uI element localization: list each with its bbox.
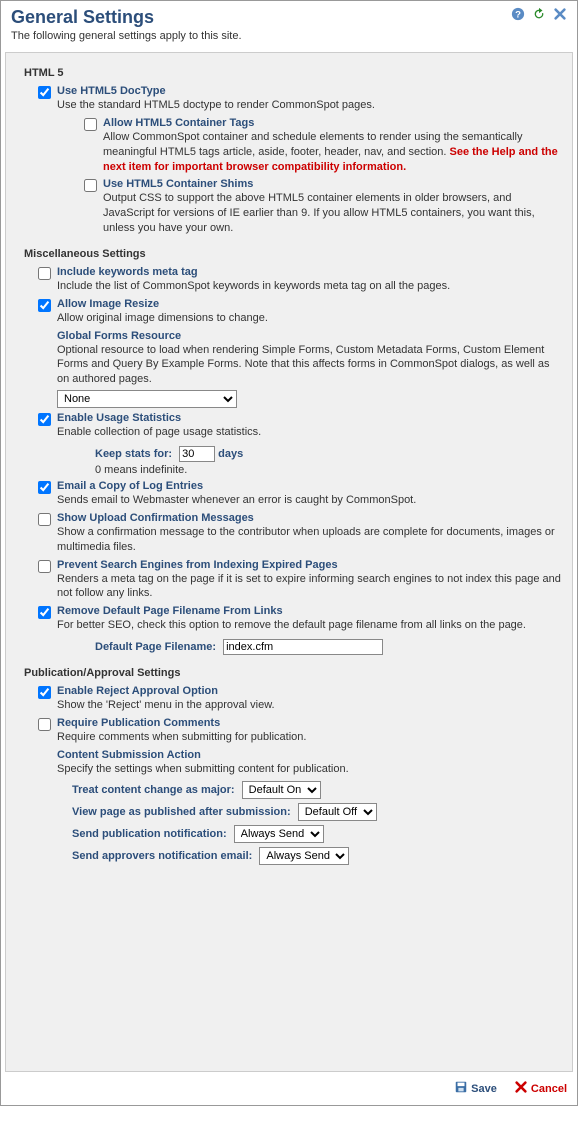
section-misc: Miscellaneous Settings	[24, 248, 564, 260]
view-after-label: View page as published after submission:	[72, 806, 291, 818]
reject-approval-desc: Show the 'Reject' menu in the approval v…	[57, 698, 564, 713]
header-actions: ?	[507, 7, 567, 24]
appr-notif-select[interactable]: Always Send	[259, 847, 349, 865]
keep-stats-unit: days	[218, 448, 243, 460]
general-settings-dialog: General Settings The following general s…	[0, 0, 578, 1106]
remove-default-filename-label: Remove Default Page Filename From Links	[57, 605, 564, 617]
remove-default-filename-desc: For better SEO, check this option to rem…	[57, 618, 564, 633]
usage-stats-row: Enable Usage Statistics Enable collectio…	[38, 412, 564, 476]
content-submission-label: Content Submission Action	[57, 749, 564, 761]
svg-text:?: ?	[515, 10, 521, 21]
upload-confirm-row: Show Upload Confirmation Messages Show a…	[38, 512, 564, 555]
global-forms-select[interactable]: None	[57, 390, 237, 408]
upload-confirm-checkbox[interactable]	[38, 513, 51, 526]
require-comments-checkbox[interactable]	[38, 718, 51, 731]
global-forms-row: Global Forms Resource Optional resource …	[38, 330, 564, 409]
keywords-meta-checkbox[interactable]	[38, 267, 51, 280]
container-shims-checkbox[interactable]	[84, 179, 97, 192]
prevent-search-label: Prevent Search Engines from Indexing Exp…	[57, 559, 564, 571]
section-html5: HTML 5	[24, 67, 564, 79]
pub-notif-label: Send publication notification:	[72, 828, 227, 840]
dialog-footer: Save Cancel	[1, 1072, 577, 1105]
usage-stats-label: Enable Usage Statistics	[57, 412, 564, 424]
help-icon[interactable]: ?	[511, 7, 525, 24]
keep-stats-note: 0 means indefinite.	[95, 464, 564, 476]
image-resize-desc: Allow original image dimensions to chang…	[57, 311, 564, 326]
pub-notif-select[interactable]: Always Send	[234, 825, 324, 843]
cancel-icon	[514, 1080, 528, 1097]
email-log-checkbox[interactable]	[38, 481, 51, 494]
save-icon	[454, 1080, 468, 1097]
remove-default-filename-row: Remove Default Page Filename From Links …	[38, 605, 564, 655]
treat-major-label: Treat content change as major:	[72, 784, 235, 796]
email-log-label: Email a Copy of Log Entries	[57, 480, 564, 492]
keywords-meta-desc: Include the list of CommonSpot keywords …	[57, 279, 564, 294]
prevent-search-desc: Renders a meta tag on the page if it is …	[57, 572, 564, 602]
appr-notif-row: Send approvers notification email: Alway…	[72, 847, 564, 865]
treat-major-select[interactable]: Default On	[242, 781, 321, 799]
image-resize-label: Allow Image Resize	[57, 298, 564, 310]
global-forms-desc: Optional resource to load when rendering…	[57, 343, 564, 388]
settings-scroll-area[interactable]: HTML 5 Use HTML5 DocType Use the standar…	[5, 52, 573, 1072]
content-submission-row: Content Submission Action Specify the se…	[38, 749, 564, 777]
keep-stats-label: Keep stats for:	[95, 448, 172, 460]
use-html5-doctype-desc: Use the standard HTML5 doctype to render…	[57, 98, 564, 113]
dialog-header: General Settings The following general s…	[1, 1, 577, 52]
view-after-row: View page as published after submission:…	[72, 803, 564, 821]
keywords-meta-row: Include keywords meta tag Include the li…	[38, 266, 564, 294]
treat-major-row: Treat content change as major: Default O…	[72, 781, 564, 799]
page-title: General Settings	[11, 7, 567, 28]
use-html5-doctype-row: Use HTML5 DocType Use the standard HTML5…	[38, 85, 564, 113]
require-comments-label: Require Publication Comments	[57, 717, 564, 729]
default-filename-input[interactable]	[223, 639, 383, 655]
keep-stats-input[interactable]	[179, 446, 215, 462]
cancel-button[interactable]: Cancel	[514, 1080, 567, 1097]
require-comments-desc: Require comments when submitting for pub…	[57, 730, 564, 745]
allow-container-tags-desc: Allow CommonSpot container and schedule …	[103, 130, 564, 175]
use-html5-doctype-label: Use HTML5 DocType	[57, 85, 564, 97]
keywords-meta-label: Include keywords meta tag	[57, 266, 564, 278]
usage-stats-desc: Enable collection of page usage statisti…	[57, 425, 564, 440]
refresh-icon[interactable]	[532, 7, 546, 24]
default-filename-label: Default Page Filename:	[95, 641, 216, 653]
appr-notif-label: Send approvers notification email:	[72, 850, 252, 862]
usage-stats-checkbox[interactable]	[38, 413, 51, 426]
upload-confirm-desc: Show a confirmation message to the contr…	[57, 525, 564, 555]
global-forms-label: Global Forms Resource	[57, 330, 564, 342]
section-publication: Publication/Approval Settings	[24, 667, 564, 679]
pub-notif-row: Send publication notification: Always Se…	[72, 825, 564, 843]
upload-confirm-label: Show Upload Confirmation Messages	[57, 512, 564, 524]
require-comments-row: Require Publication Comments Require com…	[38, 717, 564, 745]
email-log-desc: Sends email to Webmaster whenever an err…	[57, 493, 564, 508]
page-subtitle: The following general settings apply to …	[11, 30, 567, 42]
reject-approval-label: Enable Reject Approval Option	[57, 685, 564, 697]
image-resize-checkbox[interactable]	[38, 299, 51, 312]
content-submission-desc: Specify the settings when submitting con…	[57, 762, 564, 777]
use-html5-doctype-checkbox[interactable]	[38, 86, 51, 99]
prevent-search-row: Prevent Search Engines from Indexing Exp…	[38, 559, 564, 602]
save-button[interactable]: Save	[454, 1080, 497, 1097]
allow-container-tags-checkbox[interactable]	[84, 118, 97, 131]
view-after-select[interactable]: Default Off	[298, 803, 377, 821]
email-log-row: Email a Copy of Log Entries Sends email …	[38, 480, 564, 508]
image-resize-row: Allow Image Resize Allow original image …	[38, 298, 564, 326]
container-shims-label: Use HTML5 Container Shims	[103, 178, 564, 190]
allow-container-tags-row: Allow HTML5 Container Tags Allow CommonS…	[84, 117, 564, 175]
container-shims-row: Use HTML5 Container Shims Output CSS to …	[84, 178, 564, 236]
container-shims-desc: Output CSS to support the above HTML5 co…	[103, 191, 564, 236]
reject-approval-checkbox[interactable]	[38, 686, 51, 699]
cancel-button-label: Cancel	[531, 1083, 567, 1095]
allow-container-tags-label: Allow HTML5 Container Tags	[103, 117, 564, 129]
save-button-label: Save	[471, 1083, 497, 1095]
close-icon[interactable]	[553, 7, 567, 24]
remove-default-filename-checkbox[interactable]	[38, 606, 51, 619]
reject-approval-row: Enable Reject Approval Option Show the '…	[38, 685, 564, 713]
prevent-search-checkbox[interactable]	[38, 560, 51, 573]
